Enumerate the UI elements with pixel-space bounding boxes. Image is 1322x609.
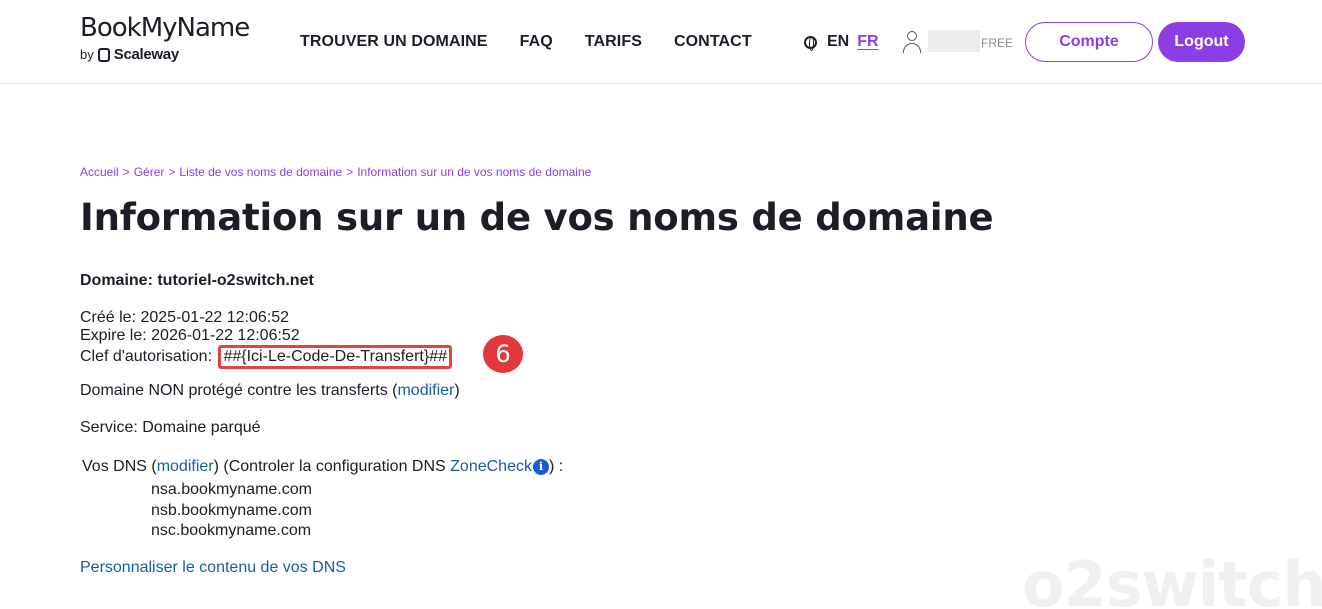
dns-server: nsc.bookmyname.com — [151, 522, 312, 539]
auth-code-value[interactable]: ##{Ici-Le-Code-De-Transfert}## — [218, 345, 452, 369]
main-nav: TROUVER UN DOMAINE FAQ TARIFS CONTACT — [300, 33, 752, 51]
protection-modify-link[interactable]: modifier — [397, 382, 454, 399]
page-title: Information sur un de vos noms de domain… — [80, 196, 994, 239]
breadcrumb-manage[interactable]: Gérer — [134, 165, 165, 179]
redacted-username — [928, 30, 980, 52]
bookmyname-logo[interactable]: BookMyName by Scaleway — [80, 13, 251, 63]
protection-text: Domaine NON protégé contre les transfert… — [80, 382, 398, 399]
logo-byline: by Scaleway — [80, 46, 249, 63]
dns-middle-text: ) (Controler la configuration DNS — [213, 458, 451, 475]
dns-label: Vos DNS — [82, 458, 147, 475]
breadcrumb-separator: > — [122, 165, 130, 179]
logo-company: Scaleway — [113, 46, 179, 63]
lang-en[interactable]: EN — [827, 33, 849, 51]
auth-code-row: Clef d'autorisation: ##{Ici-Le-Code-De-T… — [80, 345, 452, 369]
nav-contact[interactable]: CONTACT — [674, 33, 752, 51]
user-icon[interactable] — [902, 30, 922, 54]
language-switcher: EN FR — [804, 33, 879, 51]
breadcrumb-separator: > — [346, 165, 354, 179]
dns-server: nsa.bookmyname.com — [151, 481, 312, 498]
account-button[interactable]: Compte — [1025, 22, 1153, 62]
o2switch-watermark: o2switch — [1022, 548, 1322, 609]
created-date: Créé le: 2025-01-22 12:06:52 — [80, 309, 290, 326]
zonecheck-link[interactable]: ZoneCheck — [450, 458, 532, 476]
info-icon[interactable]: i — [532, 459, 549, 475]
logo-wordmark: BookMyName — [80, 13, 251, 43]
domain-dates: Créé le: 2025-01-22 12:06:52 Expire le: … — [80, 309, 452, 369]
dns-server-list: nsa.bookmyname.com nsb.bookmyname.com ns… — [151, 480, 312, 542]
step-number-badge: 6 — [483, 335, 523, 373]
logout-button[interactable]: Logout — [1158, 22, 1245, 62]
breadcrumb-separator: > — [168, 165, 176, 179]
lang-fr[interactable]: FR — [857, 33, 878, 51]
logo-book: Book — [80, 13, 142, 43]
domain-name: Domaine: tutoriel-o2switch.net — [80, 272, 314, 289]
globe-icon — [804, 35, 817, 51]
site-header: BookMyName by Scaleway TROUVER UN DOMAIN… — [0, 0, 1322, 84]
protection-close: ) — [454, 382, 460, 399]
transfer-protection: Domaine NON protégé contre les transfert… — [80, 382, 460, 400]
scaleway-icon — [97, 47, 110, 62]
dns-end-text: ) : — [548, 458, 564, 475]
breadcrumb-home[interactable]: Accueil — [80, 165, 119, 179]
nav-faq[interactable]: FAQ — [520, 33, 553, 51]
breadcrumb-current[interactable]: Information sur un de vos noms de domain… — [357, 165, 591, 179]
user-plan-label: FREE — [981, 36, 1014, 50]
logo-myname: MyName — [140, 13, 251, 43]
dns-server: nsb.bookmyname.com — [151, 501, 312, 519]
dns-modify-link[interactable]: modifier — [157, 458, 214, 476]
service-status: Service: Domaine parqué — [80, 419, 261, 436]
breadcrumb: Accueil > Gérer > Liste de vos noms de d… — [80, 165, 591, 179]
expire-date: Expire le: 2026-01-22 12:06:52 — [80, 327, 300, 344]
dns-header: Vos DNS (modifier) (Controler la configu… — [82, 458, 563, 476]
auth-code-label: Clef d'autorisation: — [80, 348, 213, 365]
breadcrumb-domain-list[interactable]: Liste de vos noms de domaine — [179, 165, 342, 179]
nav-pricing[interactable]: TARIFS — [585, 33, 642, 51]
logo-by: by — [80, 47, 94, 62]
customize-dns-link[interactable]: Personnaliser le contenu de vos DNS — [80, 559, 346, 577]
nav-find-domain[interactable]: TROUVER UN DOMAINE — [300, 33, 488, 51]
